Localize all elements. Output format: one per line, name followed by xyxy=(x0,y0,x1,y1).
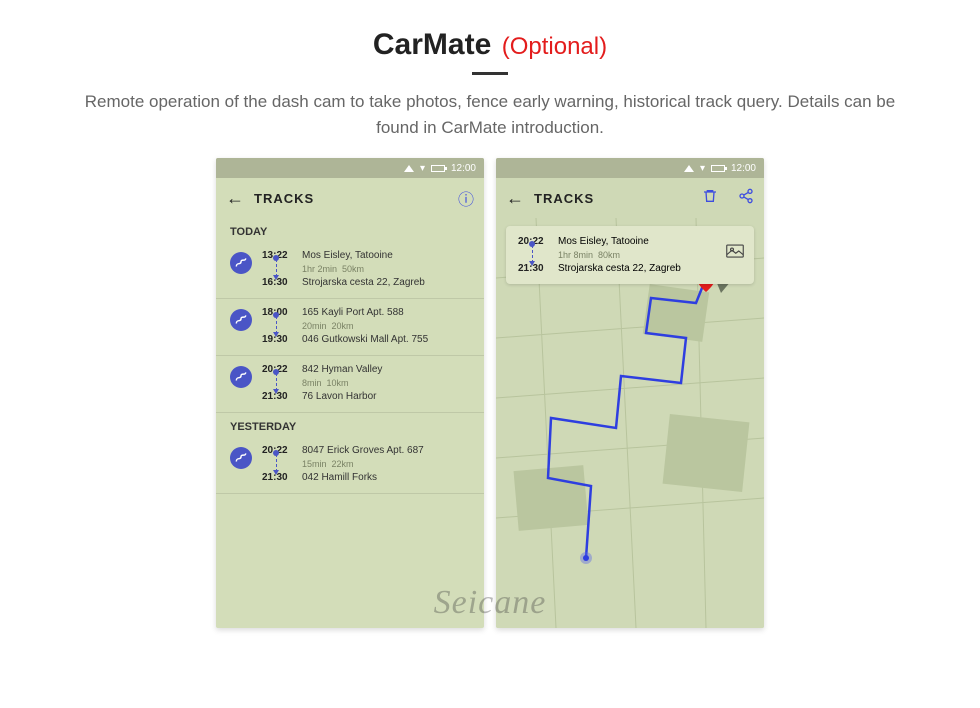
back-button[interactable]: ← xyxy=(226,188,244,209)
delete-icon[interactable] xyxy=(702,188,718,209)
end-place: 76 Lavon Harbor xyxy=(302,391,470,402)
status-time: 12:00 xyxy=(731,163,756,174)
track-item[interactable]: 13:22Mos Eisley, Tatooine1hr 2min 50km16… xyxy=(216,242,484,299)
track-summary-card[interactable]: 20:22 Mos Eisley, Tatooine 1hr 8min 80km… xyxy=(506,226,754,284)
screen-title: TRACKS xyxy=(254,191,438,206)
share-icon[interactable] xyxy=(738,188,754,209)
track-meta: 15min 22km xyxy=(262,456,470,472)
photo-icon[interactable] xyxy=(726,244,744,261)
signal-icon xyxy=(684,165,694,172)
route-icon xyxy=(230,252,252,274)
start-place: Mos Eisley, Tatooine xyxy=(302,250,470,261)
status-bar: ▾ 12:00 xyxy=(496,158,764,178)
track-meta: 8min 10km xyxy=(262,375,470,391)
wifi-icon: ▾ xyxy=(420,163,425,174)
end-place: 046 Gutkowski Mall Apt. 755 xyxy=(302,334,470,345)
track-item[interactable]: 18:00165 Kayli Port Apt. 58820min 20km19… xyxy=(216,299,484,356)
signal-icon xyxy=(404,165,414,172)
route-icon xyxy=(230,309,252,331)
section-label: TODAY xyxy=(216,218,484,242)
battery-icon xyxy=(711,165,725,172)
back-button[interactable]: ← xyxy=(506,188,524,209)
status-bar: ▾ 12:00 xyxy=(216,158,484,178)
track-meta: 1hr 2min 50km xyxy=(262,261,470,277)
phone-track-detail: ▾ 12:00 ← TRACKS xyxy=(496,158,764,628)
page-description: Remote operation of the dash cam to take… xyxy=(70,89,910,140)
end-place: 042 Hamill Forks xyxy=(302,472,470,483)
app-bar: ← TRACKS ⓘ xyxy=(216,178,484,218)
screen-title: TRACKS xyxy=(534,191,682,206)
battery-icon xyxy=(431,165,445,172)
page-title: CarMate xyxy=(373,28,491,61)
wifi-icon: ▾ xyxy=(700,163,705,174)
optional-label: (Optional) xyxy=(502,33,607,60)
start-place: Mos Eisley, Tatooine xyxy=(558,236,742,247)
info-icon[interactable]: ⓘ xyxy=(458,186,474,210)
status-time: 12:00 xyxy=(451,163,476,174)
track-meta: 1hr 8min 80km xyxy=(518,247,742,263)
track-meta: 20min 20km xyxy=(262,318,470,334)
divider xyxy=(472,72,508,75)
route-icon xyxy=(230,366,252,388)
app-bar: ← TRACKS xyxy=(496,178,764,218)
start-place: 165 Kayli Port Apt. 588 xyxy=(302,307,470,318)
start-place: 8047 Erick Groves Apt. 687 xyxy=(302,445,470,456)
phone-tracks-list: ▾ 12:00 ← TRACKS ⓘ TODAY13:22Mos Eisley,… xyxy=(216,158,484,628)
route-icon xyxy=(230,447,252,469)
track-item[interactable]: 20:228047 Erick Groves Apt. 68715min 22k… xyxy=(216,437,484,494)
section-label: YESTERDAY xyxy=(216,413,484,437)
end-place: Strojarska cesta 22, Zagreb xyxy=(558,263,742,274)
track-item[interactable]: 20:22842 Hyman Valley8min 10km21:3076 La… xyxy=(216,356,484,413)
end-place: Strojarska cesta 22, Zagreb xyxy=(302,277,470,288)
start-place: 842 Hyman Valley xyxy=(302,364,470,375)
